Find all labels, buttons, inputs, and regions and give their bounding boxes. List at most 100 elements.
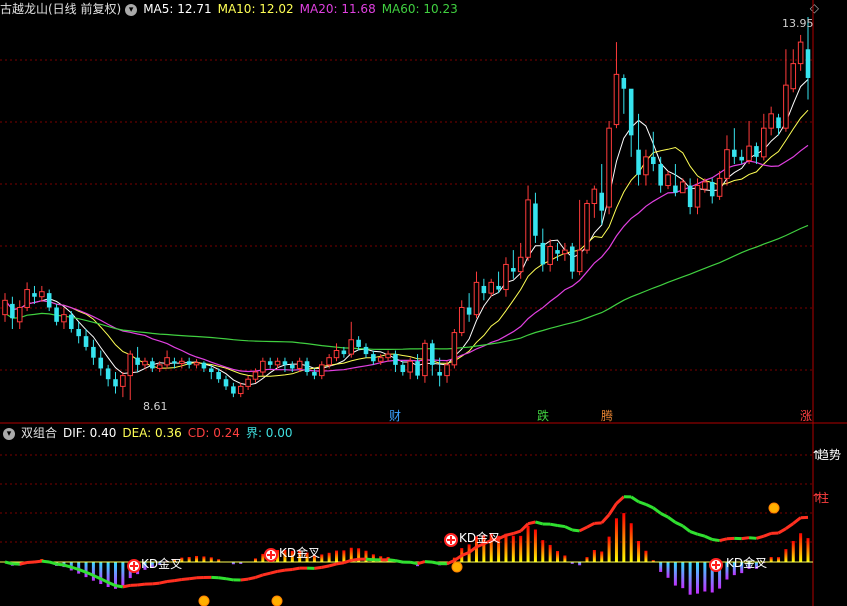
dif-line-segment [586,521,596,529]
candle-body [613,73,620,126]
high-price-label: 13.95 [782,17,814,30]
candle-body [451,332,458,366]
dif-line-segment [535,520,544,526]
dif-line-segment [578,525,588,533]
dif-line-segment [48,560,57,566]
candle-body [724,149,730,179]
dif-line-segment [417,560,426,566]
candle-body [252,371,259,380]
candle-body [739,156,744,161]
histogram-bar [607,536,611,562]
histogram-bar [563,555,567,562]
candle-body [216,372,221,380]
candle-body [621,77,627,89]
dif-line-segment [26,560,35,565]
candle-body [525,199,531,258]
dif-line-segment [166,579,175,583]
candle-body [562,249,568,255]
dif-line-segment [792,516,802,525]
event-markers: 财跌腾涨 [127,408,812,606]
histogram-bar [777,557,781,562]
candle-body [274,360,281,366]
candle-body [156,364,163,369]
dif-line-segment [387,558,396,563]
candle-body [496,285,501,290]
candle-body [172,361,177,364]
candle-body [458,306,465,334]
candle-body [576,249,583,273]
chart-canvas[interactable]: 财跌腾涨 13.95 8.61 KD金叉 KD金叉 KD金叉 KD金叉 ↑ 趋势… [0,0,847,606]
dif-line-segment [395,559,404,564]
dif-line-segment [763,531,772,538]
candle-body [61,314,67,323]
dif-line-segment [630,495,640,504]
histogram-bar [84,562,88,578]
dif-line-segment [254,573,264,579]
dif-line-segment [137,582,146,587]
candle-body [267,361,273,365]
dif-line-segment [704,534,713,541]
stock-chart-window: 古越龙山(日线 前复权) ▾ MA5: 12.71 MA10: 12.02 MA20: … [0,0,847,606]
dif-line-segment [512,529,522,535]
ma10-line [4,109,809,378]
histogram-bar [806,538,810,562]
histogram-bar [187,556,191,562]
candle-body [422,342,428,377]
candle-body [76,328,81,337]
candle-body [312,372,317,376]
candle-body [260,360,266,373]
candle-body [555,250,560,254]
histogram-bar [327,552,331,562]
candle-body [754,146,759,157]
event-marker: 涨 [800,408,812,423]
candle-body [687,185,693,208]
candle-body [415,361,420,376]
candle-body [237,385,244,395]
dif-line-segment [188,576,197,581]
histogram-bar [600,551,604,562]
ma60-line [4,224,809,350]
candle-body [385,353,391,359]
candle-body [245,378,251,387]
candle-body [407,360,413,373]
candle-body [503,263,509,291]
histogram-bar [209,557,213,562]
dif-line-segment [284,567,293,572]
dif-line-segment [785,522,795,530]
dif-line-segment [659,512,669,519]
dif-line-segment [240,577,249,582]
moving-average-lines [4,79,809,386]
candle-body [702,181,708,190]
coin-signal-icon [271,595,283,606]
candle-body [333,350,340,359]
candle-body [547,246,553,265]
dif-line-segment [277,568,286,573]
dif-line-segment [122,583,131,589]
histogram-bar [541,540,545,562]
candle-body [776,117,781,129]
candle-body [694,185,701,208]
candle-body [193,362,200,366]
candle-body [797,41,804,65]
grid-lines [0,0,847,606]
histogram-bar [659,562,663,572]
candle-body [716,177,723,197]
histogram-bar [637,540,641,562]
candle-body [805,49,811,78]
candle-body [186,361,192,365]
candle-body [400,364,406,373]
candle-body [599,192,605,211]
dif-line-segment [638,500,647,506]
kd-cross-label: KD金叉 [726,555,767,570]
histogram-bar [533,529,537,562]
dif-line-segment [615,495,625,505]
histogram-bar [548,544,552,562]
dif-line-segment [328,562,337,568]
dif-line-segment [409,560,418,566]
candle-body [201,362,207,369]
coin-signal-icon [451,561,463,573]
candle-body [348,339,355,355]
dif-line-segment [549,522,558,527]
candle-body [746,145,752,161]
dif-line-segment [681,524,692,533]
